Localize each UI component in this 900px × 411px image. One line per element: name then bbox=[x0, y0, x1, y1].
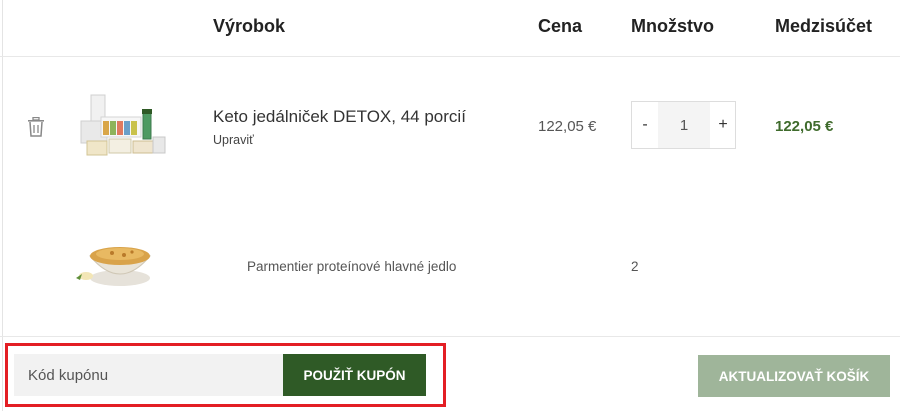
bundle-product-quantity: 2 bbox=[631, 259, 639, 274]
header-quantity: Množstvo bbox=[631, 16, 714, 36]
line-subtotal: 122,05 € bbox=[775, 118, 834, 135]
header-price: Cena bbox=[538, 16, 583, 36]
product-thumbnail[interactable] bbox=[77, 91, 169, 159]
product-price: 122,05 € bbox=[538, 118, 597, 135]
trash-icon[interactable] bbox=[27, 117, 45, 137]
quantity-increase-button[interactable]: + bbox=[710, 102, 736, 148]
coupon-code-input[interactable] bbox=[14, 354, 284, 396]
actions-divider bbox=[0, 336, 900, 337]
quantity-decrease-button[interactable]: - bbox=[632, 102, 658, 148]
apply-coupon-button[interactable]: POUŽIŤ KUPÓN bbox=[283, 354, 426, 396]
table-left-border bbox=[2, 0, 3, 411]
quantity-input[interactable]: 1 bbox=[658, 102, 710, 148]
header-product: Výrobok bbox=[213, 16, 286, 36]
bundle-product-thumbnail bbox=[76, 247, 152, 286]
edit-link[interactable]: Upraviť bbox=[213, 133, 254, 147]
update-cart-button[interactable]: AKTUALIZOVAŤ KOŠÍK bbox=[698, 355, 890, 397]
product-name-link[interactable]: Keto jedálniček DETOX, 44 porcií bbox=[213, 107, 466, 127]
quantity-stepper: - 1 + bbox=[631, 101, 736, 149]
bundle-product-name: Parmentier proteínové hlavné jedlo bbox=[247, 259, 457, 274]
header-subtotal: Medzisúčet bbox=[775, 16, 873, 36]
cart-table-header: Výrobok Cena Množstvo Medzisúčet bbox=[0, 0, 900, 57]
